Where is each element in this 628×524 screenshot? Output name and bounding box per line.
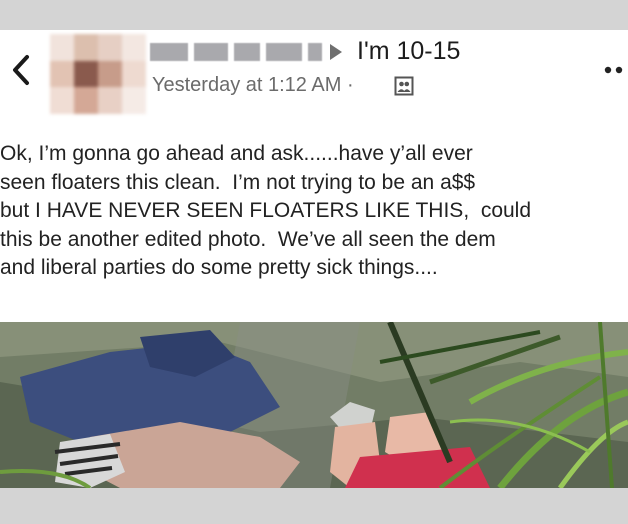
meta-separator: · xyxy=(346,74,354,96)
members-icon xyxy=(394,76,414,96)
avatar[interactable] xyxy=(50,34,146,114)
timestamp-text: Yesterday at 1:12 AM xyxy=(152,74,342,96)
group-name[interactable]: I'm 10-15 xyxy=(357,37,460,66)
top-margin xyxy=(0,0,628,30)
post-timestamp[interactable]: Yesterday at 1:12 AM · xyxy=(152,74,354,97)
post-text: Ok, I’m gonna go ahead and ask......have… xyxy=(0,142,532,279)
redacted-author-name[interactable] xyxy=(150,43,322,61)
chevron-left-icon[interactable] xyxy=(8,52,34,88)
more-dots-icon[interactable] xyxy=(604,64,624,76)
triangle-right-icon xyxy=(330,44,342,60)
bottom-margin xyxy=(0,488,628,524)
post-photo[interactable] xyxy=(0,322,628,488)
